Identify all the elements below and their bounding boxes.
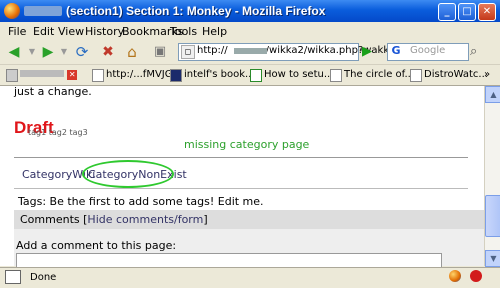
bookmark-1[interactable]: http:/...fMVJG [92, 67, 173, 82]
status-text: Done [30, 272, 57, 283]
page-icon: ▣ [153, 44, 167, 59]
bookmark-5[interactable]: DistroWatc... [410, 67, 488, 82]
highlight-circle [82, 160, 174, 188]
bookmark-redacted[interactable]: ✕ [6, 67, 78, 82]
close-button[interactable]: ✕ [478, 3, 496, 21]
google-icon[interactable]: G [389, 44, 403, 58]
previous-text: just a change. [14, 85, 92, 98]
scroll-down-icon[interactable]: ▼ [485, 250, 500, 267]
bookmark-4[interactable]: The circle of... [330, 67, 414, 82]
bookmarks-overflow-icon[interactable]: » [484, 69, 490, 80]
menu-edit[interactable]: Edit [33, 25, 54, 38]
firefox-status-icon[interactable] [449, 270, 461, 282]
divider [14, 188, 468, 189]
divider [14, 157, 468, 158]
search-icon[interactable]: ⌕ [470, 44, 477, 59]
menu-tools[interactable]: Tools [170, 25, 197, 38]
scroll-up-icon[interactable]: ▲ [485, 86, 500, 103]
missing-category-note: missing category page [184, 138, 310, 151]
forward-icon[interactable]: ▶ [40, 44, 56, 60]
forward-dropdown-icon[interactable]: ▼ [56, 44, 72, 60]
vertical-scrollbar[interactable] [484, 86, 500, 266]
bookmark-3[interactable]: How to setu... [250, 67, 333, 82]
inline-tags: tag1 tag2 tag3 [28, 128, 88, 137]
maximize-button[interactable]: □ [458, 3, 476, 21]
menu-history[interactable]: History [85, 25, 124, 38]
reload-icon[interactable]: ⟳ [74, 44, 90, 60]
menu-help[interactable]: Help [202, 25, 227, 38]
redacted-block [24, 6, 62, 16]
comments-label: Comments [Hide comments/form] [20, 213, 208, 226]
status-page-icon [5, 270, 21, 284]
menu-view[interactable]: View [58, 25, 84, 38]
scroll-thumb[interactable] [485, 195, 500, 237]
minimize-button[interactable]: _ [438, 3, 456, 21]
site-icon: ◻ [181, 45, 195, 59]
hide-comments-link[interactable]: Hide comments/form [87, 213, 203, 226]
window-title: (section1) Section 1: Monkey - Mozilla F… [66, 4, 326, 18]
firefox-icon [4, 3, 20, 19]
redacted-block [234, 48, 267, 54]
back-dropdown-icon[interactable]: ▼ [24, 44, 40, 60]
go-icon[interactable]: ▶ [358, 43, 376, 61]
back-icon[interactable]: ◀ [6, 44, 22, 60]
tags-line: Tags: Be the first to add some tags! Edi… [18, 195, 264, 208]
search-placeholder: Google [410, 45, 446, 56]
menu-file[interactable]: File [8, 25, 26, 38]
bookmark-2[interactable]: intelf's book... [170, 67, 255, 82]
home-icon[interactable]: ⌂ [124, 44, 140, 60]
error-status-icon[interactable] [470, 270, 482, 282]
status-bar [0, 267, 500, 288]
add-comment-label: Add a comment to this page: [16, 239, 177, 252]
stop-icon[interactable]: ✖ [100, 44, 116, 60]
